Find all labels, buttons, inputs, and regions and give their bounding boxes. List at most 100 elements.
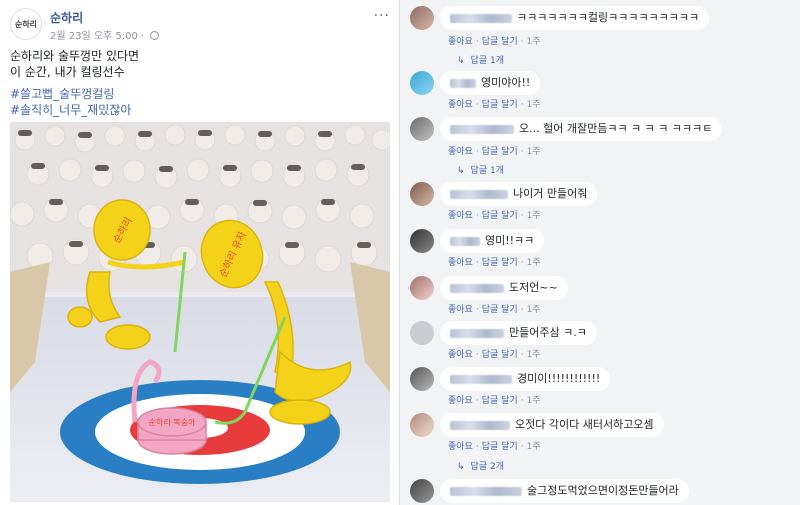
post-line: 순하리와 술뚜껑만 있다면: [10, 49, 140, 63]
reply-link[interactable]: 답글 달기: [482, 211, 518, 221]
post-card: 순하리 순하리 2월 23일 오후 5:00 · ··· 순하리와 술뚜껑만 있…: [0, 0, 400, 505]
comment-time[interactable]: 1주: [527, 37, 541, 47]
comment-bubble: 만들어주삼 ㅋ.ㅋ: [440, 321, 597, 345]
post-header: 순하리 순하리 2월 23일 오후 5:00 · ···: [10, 8, 390, 42]
comment-actions: 좋아요 · 답글 달기 · 1주: [448, 305, 541, 315]
comment-actions: 좋아요 · 답글 달기 · 1주: [448, 37, 541, 47]
globe-icon: [150, 31, 160, 40]
like-link[interactable]: 좋아요: [448, 100, 473, 110]
curling-photo: 순하리 순하리 유자 순하리 복숭아: [10, 122, 390, 502]
comment-bubble: 경미이!!!!!!!!!!!!: [440, 367, 611, 391]
reply-link[interactable]: 답글 달기: [482, 147, 518, 157]
comment-actions: 좋아요 · 답글 달기 · 1주: [448, 100, 541, 110]
reply-link[interactable]: 답글 달기: [482, 442, 518, 452]
comment-time[interactable]: 1주: [527, 147, 541, 157]
comment-bubble: ㅋㅋㅋㅋㅋㅋㅋ컬링ㅋㅋㅋㅋㅋㅋㅋㅋㅋ: [440, 6, 710, 30]
comment-bubble: 오젓다 각이다 새터서하고오셈: [440, 413, 664, 437]
reply-link[interactable]: 답글 달기: [482, 258, 518, 268]
comment-time[interactable]: 1주: [527, 258, 541, 268]
comment-text: 영미야아!!: [481, 76, 531, 89]
post-line: 이 순간, 내가 컬링선수: [10, 65, 125, 79]
commenter-name-blurred[interactable]: [450, 420, 510, 430]
reply-link[interactable]: 답글 달기: [482, 396, 518, 406]
reply-arrow-icon: ↳: [457, 166, 465, 176]
commenter-name-blurred[interactable]: [450, 189, 508, 199]
comment-text: 술그정도먹었으면이정돈만들어라: [527, 484, 679, 497]
hashtag-link[interactable]: #쓸고뻡_술뚜껑컬링: [10, 86, 390, 102]
view-replies-link[interactable]: ↳ 답글 1개: [457, 53, 504, 66]
commenter-avatar[interactable]: [410, 71, 434, 95]
comment-time[interactable]: 1주: [527, 396, 541, 406]
commenter-name-blurred[interactable]: [450, 283, 504, 293]
view-replies-label: 답글 1개: [470, 56, 504, 66]
like-link[interactable]: 좋아요: [448, 37, 473, 47]
comment-bubble: 나이거 만들어줘: [440, 182, 598, 206]
commenter-avatar[interactable]: [410, 229, 434, 253]
view-replies-label: 답글 2개: [470, 462, 504, 472]
commenter-avatar[interactable]: [410, 276, 434, 300]
like-link[interactable]: 좋아요: [448, 211, 473, 221]
comment-text: 영미!!ㅋㅋ: [485, 234, 535, 247]
comment-text: ㅋㅋㅋㅋㅋㅋㅋ컬링ㅋㅋㅋㅋㅋㅋㅋㅋㅋ: [517, 11, 700, 24]
post-photo[interactable]: 순하리 순하리 유자 순하리 복숭아: [10, 122, 390, 502]
comments-panel: ㅋㅋㅋㅋㅋㅋㅋ컬링ㅋㅋㅋㅋㅋㅋㅋㅋㅋ 좋아요 · 답글 달기 · 1주 ↳ 답글 1개 영…: [400, 0, 800, 505]
commenter-name-blurred[interactable]: [450, 13, 512, 23]
like-link[interactable]: 좋아요: [448, 258, 473, 268]
reply-link[interactable]: 답글 달기: [482, 350, 518, 360]
post-timestamp[interactable]: 2월 23일 오후 5:00 ·: [50, 27, 160, 42]
like-link[interactable]: 좋아요: [448, 305, 473, 315]
commenter-avatar[interactable]: [410, 182, 434, 206]
comment-bubble: 오... 헐어 개잘만듬ㅋㅋ ㅋ ㅋ ㅋ ㅋㅋㅋㅌ: [440, 117, 723, 141]
reply-link[interactable]: 답글 달기: [482, 305, 518, 315]
comment-actions: 좋아요 · 답글 달기 · 1주: [448, 147, 541, 157]
page-avatar[interactable]: 순하리: [10, 8, 42, 40]
like-link[interactable]: 좋아요: [448, 147, 473, 157]
comment-text: 만들어주삼 ㅋ.ㅋ: [509, 326, 587, 339]
comment-actions: 좋아요 · 답글 달기 · 1주: [448, 350, 541, 360]
like-link[interactable]: 좋아요: [448, 396, 473, 406]
commenter-avatar[interactable]: [410, 6, 434, 30]
comment-actions: 좋아요 · 답글 달기 · 1주: [448, 211, 541, 221]
comment-actions: 좋아요 · 답글 달기 · 1주: [448, 258, 541, 268]
comment-actions: 좋아요 · 답글 달기 · 1주: [448, 396, 541, 406]
comment-actions: 좋아요 · 답글 달기 · 1주: [448, 442, 541, 452]
commenter-name-blurred[interactable]: [450, 486, 522, 496]
view-replies-link[interactable]: ↳ 답글 1개: [457, 163, 504, 176]
post-text: 순하리와 술뚜껑만 있다면 이 순간, 내가 컬링선수 #쓸고뻡_술뚜껑컬링 #…: [10, 48, 390, 118]
comment-bubble: 영미야아!!: [440, 71, 541, 95]
comment-time[interactable]: 1주: [527, 100, 541, 110]
more-options-icon[interactable]: ···: [374, 8, 390, 24]
view-replies-label: 답글 1개: [470, 166, 504, 176]
page-name[interactable]: 순하리: [50, 9, 83, 26]
reply-link[interactable]: 답글 달기: [482, 100, 518, 110]
comment-time[interactable]: 1주: [527, 211, 541, 221]
commenter-name-blurred[interactable]: [450, 328, 504, 338]
commenter-name-blurred[interactable]: [450, 374, 512, 384]
comment-time[interactable]: 1주: [527, 350, 541, 360]
commenter-name-blurred[interactable]: [450, 78, 476, 88]
commenter-avatar[interactable]: [410, 413, 434, 437]
reply-arrow-icon: ↳: [457, 462, 465, 472]
comment-bubble: 술그정도먹었으면이정돈만들어라: [440, 479, 689, 503]
comment-bubble: 도저언~~: [440, 276, 568, 300]
commenter-avatar[interactable]: [410, 479, 434, 503]
like-link[interactable]: 좋아요: [448, 442, 473, 452]
commenter-avatar[interactable]: [410, 367, 434, 391]
commenter-name-blurred[interactable]: [450, 236, 480, 246]
view-replies-link[interactable]: ↳ 답글 2개: [457, 459, 504, 472]
comment-text: 오... 헐어 개잘만듬ㅋㅋ ㅋ ㅋ ㅋ ㅋㅋㅋㅌ: [519, 122, 713, 135]
commenter-avatar[interactable]: [410, 117, 434, 141]
comment-text: 도저언~~: [509, 281, 558, 294]
commenter-name-blurred[interactable]: [450, 124, 514, 134]
comment-time[interactable]: 1주: [527, 442, 541, 452]
hashtag-link[interactable]: #솔직히_너무_재밌잖아: [10, 102, 390, 118]
comment-text: 오젓다 각이다 새터서하고오셈: [515, 418, 654, 431]
commenter-avatar[interactable]: [410, 321, 434, 345]
comment-text: 나이거 만들어줘: [513, 187, 588, 200]
like-link[interactable]: 좋아요: [448, 350, 473, 360]
post-date[interactable]: 2월 23일 오후 5:00 ·: [50, 31, 147, 42]
comment-bubble: 영미!!ㅋㅋ: [440, 229, 545, 253]
comment-time[interactable]: 1주: [527, 305, 541, 315]
reply-link[interactable]: 답글 달기: [482, 37, 518, 47]
comment-text: 경미이!!!!!!!!!!!!: [517, 372, 601, 385]
